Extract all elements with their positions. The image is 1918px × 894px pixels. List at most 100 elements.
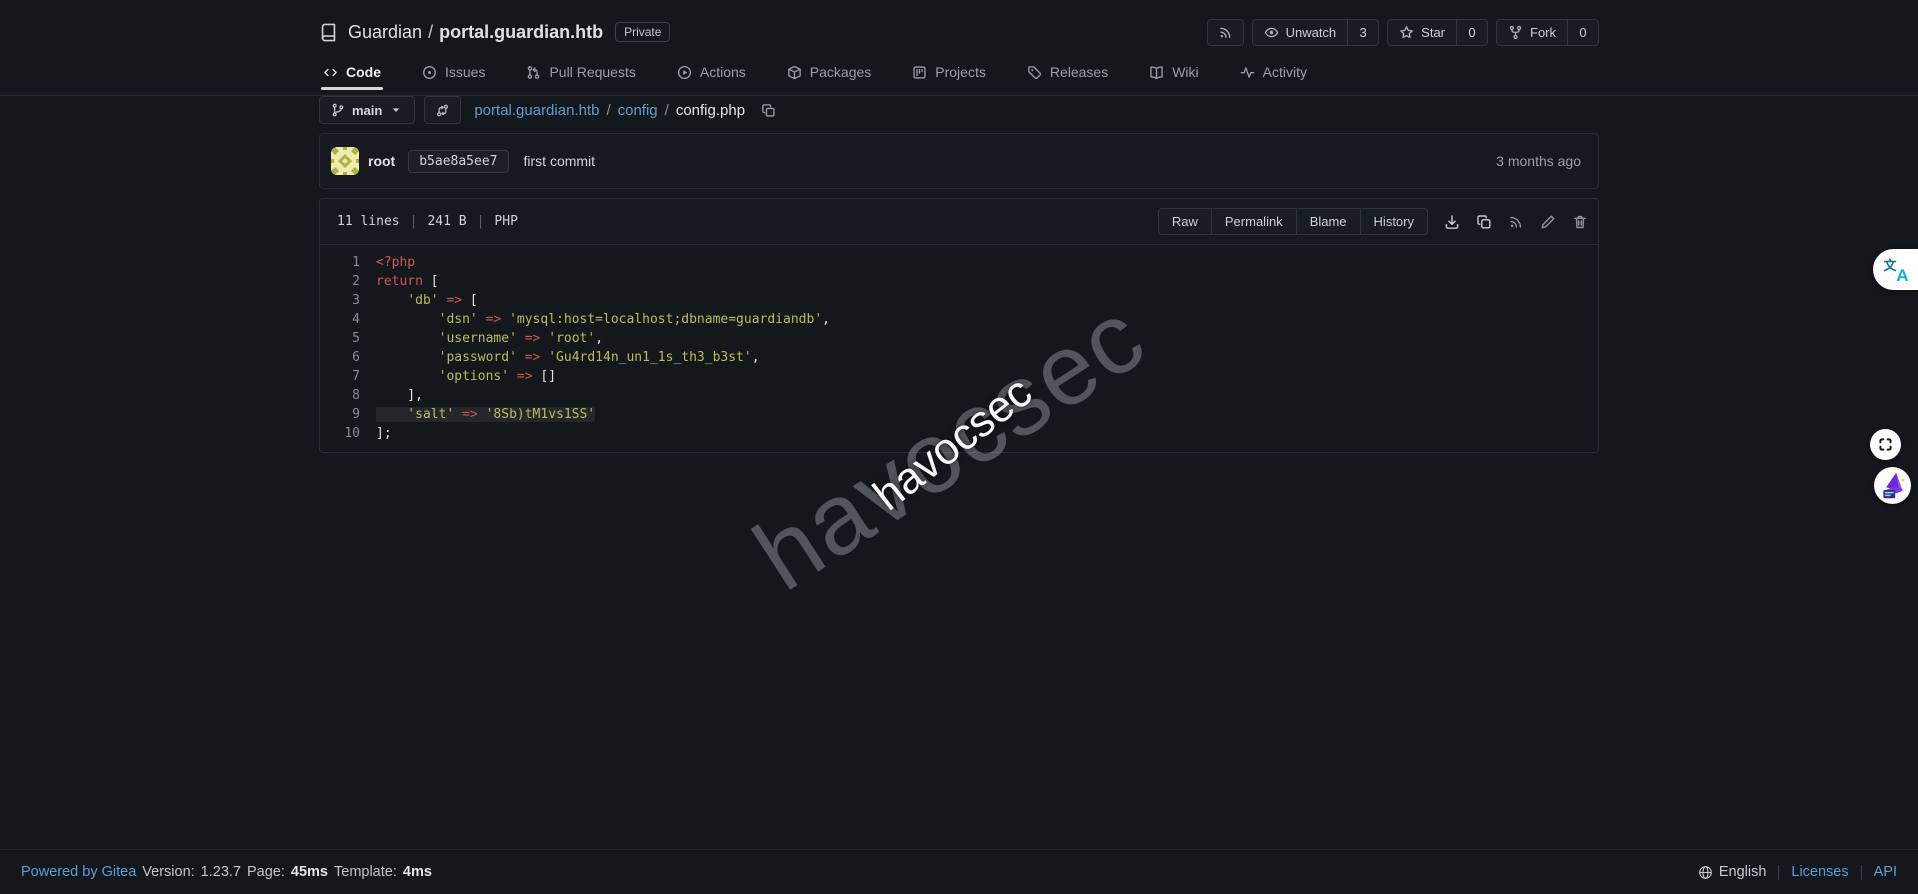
code-line: 8 ],	[320, 386, 1598, 405]
footer-divider	[1778, 865, 1779, 880]
tab-pull-requests[interactable]: Pull Requests	[524, 62, 637, 95]
file-view-main: main portal.guardian.htb / config / conf…	[319, 96, 1599, 453]
tab-packages[interactable]: Packages	[785, 62, 873, 95]
tag-icon	[1027, 65, 1042, 80]
line-content: 'username' => 'root',	[376, 329, 603, 348]
extension-button[interactable]	[1874, 467, 1911, 504]
tab-label: Issues	[445, 64, 485, 80]
avatar[interactable]	[331, 147, 359, 175]
line-content: 'dsn' => 'mysql:host=localhost;dbname=gu…	[376, 310, 830, 329]
screenshot-button[interactable]	[1870, 429, 1901, 460]
tab-label: Actions	[700, 64, 746, 80]
unwatch-button[interactable]: Unwatch	[1253, 20, 1348, 45]
file-info-divider: |	[477, 214, 485, 229]
copy-content-button[interactable]	[1476, 214, 1492, 230]
capture-frame-icon	[1877, 436, 1894, 453]
tab-wiki[interactable]: Wiki	[1147, 62, 1200, 95]
line-number[interactable]: 4	[320, 310, 376, 329]
code-line: 3 'db' => [	[320, 291, 1598, 310]
powered-by-link[interactable]: Powered by Gitea	[21, 864, 136, 880]
delete-file-button[interactable]	[1572, 214, 1588, 230]
api-link[interactable]: API	[1874, 864, 1897, 880]
tab-actions[interactable]: Actions	[675, 62, 748, 95]
rss-icon	[1218, 25, 1233, 40]
breadcrumb-repo-link[interactable]: portal.guardian.htb	[474, 102, 599, 119]
branch-name: main	[352, 103, 382, 118]
tab-label: Releases	[1050, 64, 1108, 80]
visibility-badge: Private	[615, 22, 670, 42]
tab-code[interactable]: Code	[321, 62, 383, 95]
commit-author-link[interactable]: root	[368, 153, 395, 169]
raw-button[interactable]: Raw	[1159, 209, 1211, 234]
history-button[interactable]: History	[1360, 209, 1427, 234]
tab-releases[interactable]: Releases	[1025, 62, 1110, 95]
fork-count[interactable]: 0	[1567, 20, 1598, 45]
compare-button[interactable]	[424, 96, 461, 124]
rss-button[interactable]	[1207, 19, 1244, 46]
line-number[interactable]: 6	[320, 348, 376, 367]
globe-icon	[1698, 865, 1713, 880]
package-icon	[787, 65, 802, 80]
line-number[interactable]: 8	[320, 386, 376, 405]
watch-button-group: Unwatch 3	[1252, 19, 1380, 46]
watch-count[interactable]: 3	[1347, 20, 1378, 45]
chevron-down-icon	[389, 103, 403, 117]
copy-path-button[interactable]	[761, 103, 776, 118]
tab-label: Projects	[935, 64, 986, 80]
footer-divider	[1861, 865, 1862, 880]
repo-name-link[interactable]: portal.guardian.htb	[439, 22, 603, 43]
permalink-button[interactable]: Permalink	[1211, 209, 1296, 234]
fork-label: Fork	[1530, 25, 1556, 40]
language-selector[interactable]: English	[1698, 864, 1767, 880]
code-line: 9 'salt' => '8Sb)tM1vs1SS'	[320, 405, 1598, 424]
play-circle-icon	[677, 65, 692, 80]
footer-links: English Licenses API	[1698, 864, 1897, 880]
line-number[interactable]: 9	[320, 405, 376, 424]
feed-button[interactable]	[1508, 214, 1524, 230]
file-header: 11 lines | 241 B | PHP RawPermalinkBlame…	[320, 199, 1598, 245]
fork-button-group: Fork 0	[1496, 19, 1599, 46]
repo-title: Guardian / portal.guardian.htb	[348, 22, 603, 43]
line-number[interactable]: 10	[320, 424, 376, 443]
file-actions: RawPermalinkBlameHistory	[1158, 208, 1588, 235]
branch-selector[interactable]: main	[319, 96, 415, 124]
code-line: 10];	[320, 424, 1598, 443]
file-view-buttons: RawPermalinkBlameHistory	[1158, 208, 1428, 235]
repo-title-row: Guardian / portal.guardian.htb Private U…	[319, 17, 1599, 47]
code-line: 1<?php	[320, 253, 1598, 272]
licenses-link[interactable]: Licenses	[1791, 864, 1848, 880]
star-button[interactable]: Star	[1388, 20, 1456, 45]
version-label: Version:	[142, 864, 194, 880]
tab-activity[interactable]: Activity	[1238, 62, 1309, 95]
line-number[interactable]: 1	[320, 253, 376, 272]
language-label: English	[1719, 864, 1767, 880]
branch-toolbar: main portal.guardian.htb / config / conf…	[319, 96, 1599, 124]
commit-hash-link[interactable]: b5ae8a5ee7	[408, 150, 508, 173]
breadcrumb-dir-link[interactable]: config	[618, 102, 658, 119]
code-line: 7 'options' => []	[320, 367, 1598, 386]
breadcrumb-separator: /	[665, 102, 669, 119]
version-value: 1.23.7	[201, 864, 241, 880]
line-content: <?php	[376, 253, 415, 272]
latest-commit-box: root b5ae8a5ee7 first commit 3 months ag…	[319, 133, 1599, 189]
commit-message-link[interactable]: first commit	[524, 153, 596, 169]
file-lines-count: 11 lines	[337, 214, 400, 229]
repo-header: Guardian / portal.guardian.htb Private U…	[0, 0, 1918, 96]
line-number[interactable]: 2	[320, 272, 376, 291]
commit-age: 3 months ago	[1496, 153, 1587, 169]
breadcrumb-file: config.php	[676, 102, 745, 119]
fork-button[interactable]: Fork	[1497, 20, 1567, 45]
repo-owner-link[interactable]: Guardian	[348, 22, 422, 43]
tab-projects[interactable]: Projects	[910, 62, 988, 95]
star-icon	[1399, 25, 1414, 40]
star-count[interactable]: 0	[1456, 20, 1487, 45]
line-number[interactable]: 5	[320, 329, 376, 348]
edit-file-button[interactable]	[1540, 214, 1556, 230]
download-file-button[interactable]	[1444, 214, 1460, 230]
translate-button[interactable]: 文 A	[1873, 249, 1918, 290]
line-number[interactable]: 7	[320, 367, 376, 386]
tab-issues[interactable]: Issues	[420, 62, 487, 95]
star-button-group: Star 0	[1387, 19, 1488, 46]
blame-button[interactable]: Blame	[1296, 209, 1360, 234]
line-number[interactable]: 3	[320, 291, 376, 310]
